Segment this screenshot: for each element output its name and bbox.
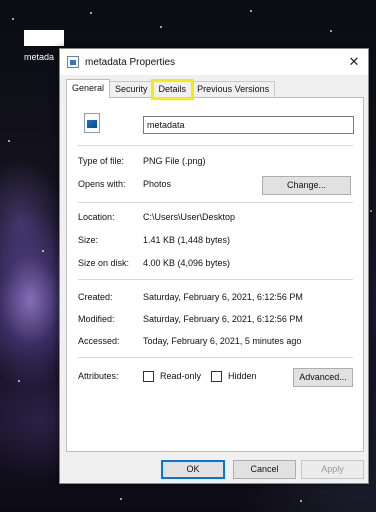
background-star [330,30,332,32]
hidden-label[interactable]: Hidden [228,371,257,381]
title-bar[interactable]: metadata Properties ✕ [60,49,368,75]
ok-button[interactable]: OK [161,460,225,479]
properties-dialog: metadata Properties ✕ General Security D… [59,48,369,484]
location-value: C:\Users\User\Desktop [143,212,236,222]
background-star [18,380,20,382]
background-star [250,10,252,12]
desktop-file-icon[interactable] [24,30,64,46]
divider [78,202,353,203]
background-star [370,210,372,212]
opens-with-value: Photos [143,179,172,189]
accessed-label: Accessed: [78,336,120,346]
tab-security[interactable]: Security [109,81,154,98]
opens-with-label: Opens with: [78,179,126,189]
divider [78,279,353,280]
accessed-value: Today, February 6, 2021, 5 minutes ago [143,336,302,346]
modified-label: Modified: [78,314,115,324]
tab-general[interactable]: General [66,79,111,98]
desktop-file-label[interactable]: metada [24,52,54,62]
tab-previous-versions[interactable]: Previous Versions [191,81,276,98]
image-file-icon [84,113,100,133]
created-value: Saturday, February 6, 2021, 6:12:56 PM [143,292,303,302]
change-button[interactable]: Change... [262,176,351,195]
modified-value: Saturday, February 6, 2021, 6:12:56 PM [143,314,303,324]
background-star [90,12,92,14]
close-icon[interactable]: ✕ [346,54,362,70]
image-file-icon [67,56,79,68]
advanced-button[interactable]: Advanced... [293,368,353,387]
type-label: Type of file: [78,156,125,166]
created-label: Created: [78,292,113,302]
background-star [160,26,162,28]
background-star [12,18,14,20]
hidden-checkbox[interactable] [211,371,222,382]
background-star [300,500,302,502]
size-label: Size: [78,235,99,245]
size-value: 1.41 KB (1,448 bytes) [143,235,231,245]
background-star [8,140,10,142]
size-on-disk-label: Size on disk: [78,258,130,268]
divider [78,145,353,146]
type-value: PNG File (.png) [143,156,206,166]
tab-details[interactable]: Details [150,79,195,100]
general-panel: Type of file: PNG File (.png) Opens with… [66,97,364,452]
apply-button[interactable]: Apply [301,460,364,479]
divider [78,357,353,358]
read-only-label[interactable]: Read-only [160,371,201,381]
attributes-label: Attributes: [78,371,119,381]
file-name-field[interactable] [143,116,354,134]
dialog-title: metadata Properties [85,56,176,68]
read-only-checkbox[interactable] [143,371,154,382]
background-star [42,250,44,252]
location-label: Location: [78,212,115,222]
size-on-disk-value: 4.00 KB (4,096 bytes) [143,258,231,268]
cancel-button[interactable]: Cancel [233,460,296,479]
background-star [120,498,122,500]
tab-strip: General Security Details Previous Versio… [66,79,276,100]
